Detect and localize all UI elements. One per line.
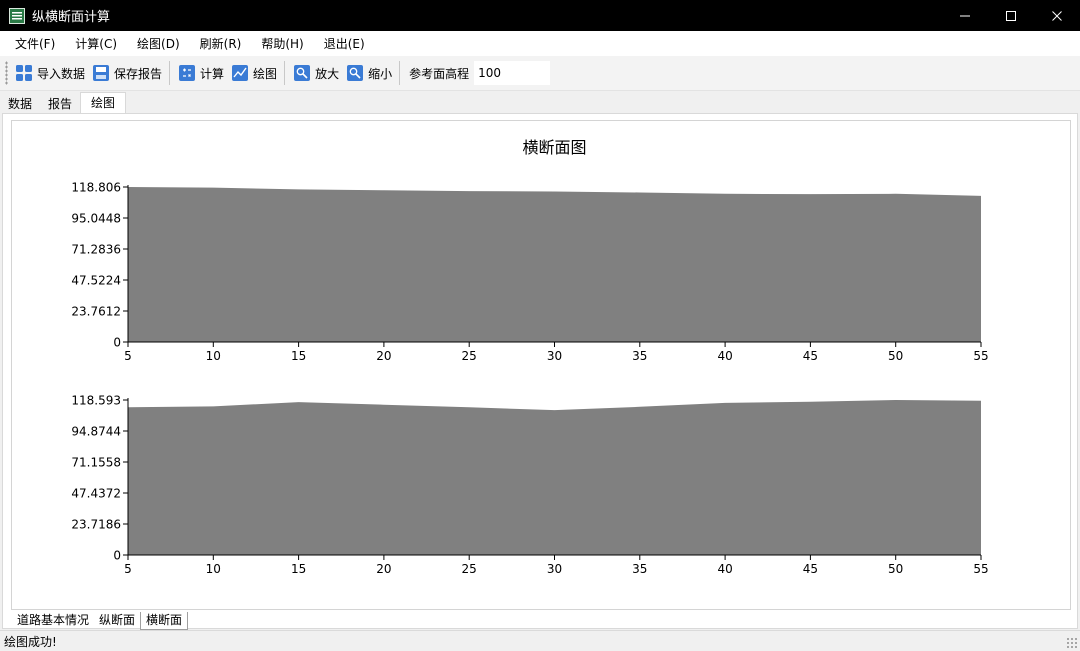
y-tick-label: 118.593 (71, 394, 121, 408)
x-tick-label: 50 (888, 349, 903, 363)
x-tick-label: 15 (291, 562, 306, 576)
draw-button[interactable]: 绘图 (227, 60, 280, 86)
x-tick-label: 45 (803, 562, 818, 576)
x-tick-label: 20 (376, 562, 391, 576)
x-tick-label: 35 (632, 349, 647, 363)
import-data-button[interactable]: 导入数据 (11, 60, 88, 86)
x-tick-label: 35 (632, 562, 647, 576)
zoom-in-button[interactable]: 放大 (289, 60, 342, 86)
y-tick-label: 71.1558 (71, 456, 121, 470)
x-tick-label: 25 (462, 349, 477, 363)
y-tick-label: 23.7186 (71, 518, 121, 532)
menu-exit[interactable]: 退出(E) (315, 33, 374, 55)
menu-calc[interactable]: 计算(C) (66, 33, 126, 55)
area-series-1 (128, 187, 981, 342)
y-tick-label: 118.806 (71, 181, 121, 195)
y-tick-label: 47.5224 (71, 274, 121, 288)
cross-section-chart: 横断面图 0 23.7612 47.5224 71.2836 95.0448 118.806… (71, 138, 988, 576)
menu-refresh[interactable]: 刷新(R) (191, 33, 251, 55)
close-button[interactable] (1034, 0, 1080, 31)
x-tick-label: 25 (462, 562, 477, 576)
x-tick-label: 55 (973, 562, 988, 576)
tab-cross-section[interactable]: 横断面 (140, 612, 189, 630)
status-text: 绘图成功! (4, 634, 57, 649)
resize-grip[interactable] (1066, 637, 1078, 649)
maximize-button[interactable] (988, 0, 1034, 31)
toolbar-separator (399, 61, 401, 85)
app-logo-icon (9, 7, 25, 24)
import-icon (14, 63, 34, 83)
save-report-label: 保存报告 (114, 66, 163, 81)
import-data-label: 导入数据 (37, 66, 86, 81)
x-tick-label: 20 (376, 349, 391, 363)
x-tick-label: 40 (717, 349, 732, 363)
menu-bar: 文件(F) 计算(C) 绘图(D) 刷新(R) 帮助(H) 退出(E) (0, 31, 1080, 56)
area-series-2 (128, 400, 981, 555)
y-tick-label: 94.8744 (71, 425, 121, 439)
save-report-button[interactable]: 保存报告 (88, 60, 165, 86)
calculate-button[interactable]: 计算 (174, 60, 227, 86)
calculate-label: 计算 (200, 66, 225, 81)
y-tick-label: 0 (113, 336, 121, 350)
ref-height-label: 参考面高程 (409, 66, 470, 81)
window-title: 纵横断面计算 (32, 10, 111, 25)
minimize-icon (960, 15, 970, 16)
y-tick-label: 47.4372 (71, 487, 121, 501)
x-tick-label: 30 (547, 562, 562, 576)
x-tick-label: 5 (124, 562, 132, 576)
y-tick-label: 95.0448 (71, 212, 121, 226)
x-tick-label: 30 (547, 349, 562, 363)
status-bar: 绘图成功! (0, 630, 1080, 651)
title-bar: 纵横断面计算 (0, 0, 1080, 31)
draw-icon (230, 63, 250, 83)
chart-area: 横断面图 0 23.7612 47.5224 71.2836 95.0448 118.806… (11, 120, 1071, 610)
x-tick-label: 55 (973, 349, 988, 363)
save-icon (91, 63, 111, 83)
section-tab-strip: 道路基本情况 纵断面 横断面 (12, 612, 189, 630)
menu-help[interactable]: 帮助(H) (252, 33, 312, 55)
y-tick-label: 71.2836 (71, 243, 121, 257)
x-tick-label: 5 (124, 349, 132, 363)
x-tick-label: 45 (803, 349, 818, 363)
x-tick-label: 10 (206, 562, 221, 576)
maximize-icon (1006, 10, 1016, 21)
zoom-out-icon (345, 63, 365, 83)
x-tick-label: 10 (206, 349, 221, 363)
tab-report[interactable]: 报告 (40, 94, 80, 114)
chart-title: 横断面图 (522, 138, 586, 157)
zoom-in-icon (292, 63, 312, 83)
toolbar-separator (169, 61, 171, 85)
x-tick-label: 50 (888, 562, 903, 576)
y-tick-label: 23.7612 (71, 305, 121, 319)
toolbar: 导入数据 保存报告 计算 绘图 放大 缩小 参考面高程 (0, 56, 1080, 91)
tab-data[interactable]: 数据 (0, 94, 40, 114)
minimize-button[interactable] (942, 0, 988, 31)
main-tab-strip: 数据 报告 绘图 (0, 92, 127, 114)
menu-file[interactable]: 文件(F) (6, 33, 64, 55)
toolbar-grip[interactable] (5, 61, 8, 85)
zoom-out-button[interactable]: 缩小 (342, 60, 395, 86)
calculator-icon (177, 63, 197, 83)
tab-plot[interactable]: 绘图 (80, 92, 127, 114)
zoom-out-label: 缩小 (368, 66, 393, 81)
tab-road-info[interactable]: 道路基本情况 (12, 612, 94, 629)
ref-height-input[interactable] (474, 61, 551, 85)
close-icon (1052, 10, 1062, 21)
x-tick-label: 40 (717, 562, 732, 576)
x-tick-label: 15 (291, 349, 306, 363)
plot-panel: 横断面图 0 23.7612 47.5224 71.2836 95.0448 118.806… (2, 113, 1078, 629)
zoom-in-label: 放大 (315, 66, 340, 81)
menu-draw[interactable]: 绘图(D) (128, 33, 189, 55)
toolbar-separator (284, 61, 286, 85)
draw-label: 绘图 (253, 66, 278, 81)
tab-longitudinal[interactable]: 纵断面 (94, 612, 140, 629)
y-tick-label: 0 (113, 549, 121, 563)
